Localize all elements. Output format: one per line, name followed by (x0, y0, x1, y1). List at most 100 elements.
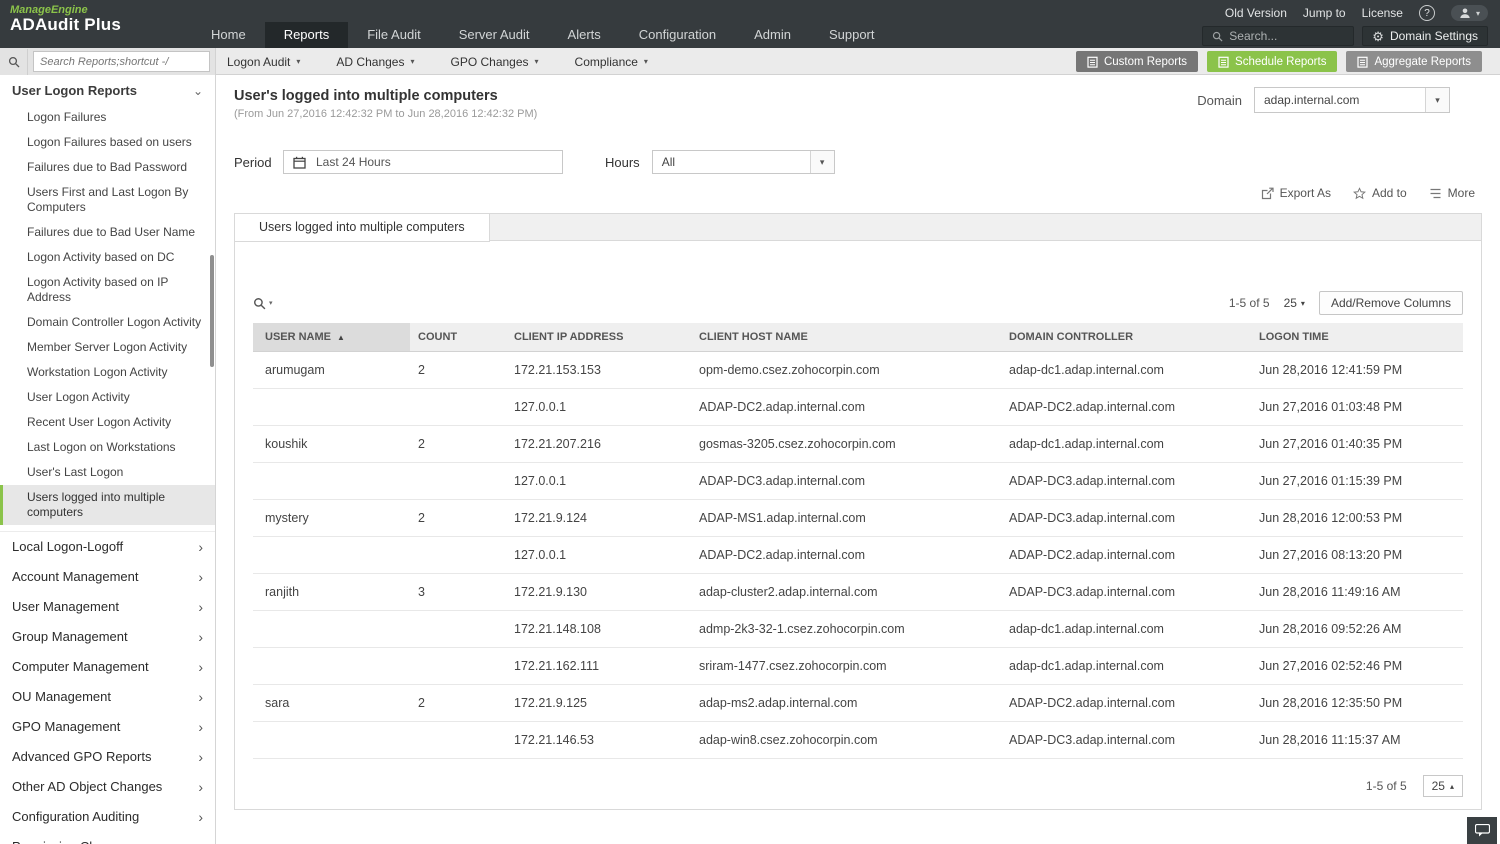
sidebar-item-failures-due-to-bad-user-name[interactable]: Failures due to Bad User Name (0, 220, 215, 245)
schedule-reports-icon (1218, 56, 1229, 68)
sidebar-item-logon-activity-based-on-dc[interactable]: Logon Activity based on DC (0, 245, 215, 270)
sidebar-group-user-logon-reports[interactable]: User Logon Reports ⌄ (0, 75, 215, 105)
chevron-down-icon: ⌄ (193, 84, 203, 98)
column-header-client-host-name[interactable]: CLIENT HOST NAME (691, 323, 1001, 352)
sidebar-item-logon-failures[interactable]: Logon Failures (0, 105, 215, 130)
column-header-client-ip-address[interactable]: CLIENT IP ADDRESS (506, 323, 691, 352)
nav-configuration[interactable]: Configuration (620, 22, 735, 48)
table-row: 127.0.0.1ADAP-DC3.adap.internal.comADAP-… (253, 463, 1463, 500)
sidebar-item-logon-failures-based-on-users[interactable]: Logon Failures based on users (0, 130, 215, 155)
button-custom-reports[interactable]: Custom Reports (1076, 51, 1198, 72)
sidebar-item-domain-controller-logon-activity[interactable]: Domain Controller Logon Activity (0, 310, 215, 335)
table-cell (253, 722, 410, 759)
table-row: arumugam2172.21.153.153opm-demo.csez.zoh… (253, 352, 1463, 389)
header-link-old-version[interactable]: Old Version (1225, 6, 1287, 20)
section-label: User Management (12, 599, 119, 614)
hours-label: Hours (605, 155, 640, 170)
sidebar-section-permission-changes[interactable]: Permission Changes› (0, 832, 215, 844)
report-table: USER NAME▲COUNT CLIENT IP ADDRESS CLIENT H… (253, 323, 1463, 759)
menu-compliance[interactable]: Compliance▾ (575, 55, 648, 69)
menu-ad-changes[interactable]: AD Changes▾ (336, 55, 414, 69)
add-remove-columns-button[interactable]: Add/Remove Columns (1319, 291, 1463, 315)
sidebar-section-advanced-gpo-reports[interactable]: Advanced GPO Reports› (0, 742, 215, 772)
page-size-select[interactable]: 25 ▾ (1284, 296, 1305, 310)
table-cell (253, 463, 410, 500)
column-header-logon-time[interactable]: LOGON TIME (1251, 323, 1463, 352)
page-title: User's logged into multiple computers (234, 88, 498, 104)
sidebar-section-group-management[interactable]: Group Management› (0, 622, 215, 652)
nav-support[interactable]: Support (810, 22, 894, 48)
action-label: Add to (1372, 186, 1407, 200)
table-cell: Jun 28,2016 11:15:37 AM (1251, 722, 1463, 759)
hours-select[interactable]: All ▾ (652, 150, 835, 174)
sidebar-section-configuration-auditing[interactable]: Configuration Auditing› (0, 802, 215, 832)
domain-settings-button[interactable]: ⚙ Domain Settings (1362, 26, 1488, 46)
menu-gpo-changes[interactable]: GPO Changes▾ (450, 55, 538, 69)
sidebar-section-list: Local Logon-Logoff›Account Management›Us… (0, 531, 215, 844)
domain-select[interactable]: adap.internal.com ▾ (1254, 87, 1450, 113)
more-icon (1429, 187, 1442, 200)
nav-file-audit[interactable]: File Audit (348, 22, 439, 48)
nav-alerts[interactable]: Alerts (549, 22, 620, 48)
nav-home[interactable]: Home (192, 22, 265, 48)
header-link-license[interactable]: License (1362, 6, 1403, 20)
sidebar-item-member-server-logon-activity[interactable]: Member Server Logon Activity (0, 335, 215, 360)
sidebar-section-computer-management[interactable]: Computer Management› (0, 652, 215, 682)
nav-server-audit[interactable]: Server Audit (440, 22, 549, 48)
sidebar-item-workstation-logon-activity[interactable]: Workstation Logon Activity (0, 360, 215, 385)
search-icon[interactable] (0, 49, 28, 75)
action-add-to[interactable]: Add to (1353, 186, 1407, 200)
feedback-chat-button[interactable] (1467, 817, 1497, 844)
sidebar-section-local-logon-logoff[interactable]: Local Logon-Logoff› (0, 532, 215, 562)
action-export-as[interactable]: Export As (1261, 186, 1331, 200)
sidebar-item-last-logon-on-workstations[interactable]: Last Logon on Workstations (0, 435, 215, 460)
action-more[interactable]: More (1429, 186, 1475, 200)
header-link-jump-to[interactable]: Jump to (1303, 6, 1346, 20)
table-cell: 172.21.9.125 (506, 685, 691, 722)
nav-reports[interactable]: Reports (265, 22, 349, 48)
help-icon[interactable]: ? (1419, 5, 1435, 21)
column-label: CLIENT IP ADDRESS (514, 331, 623, 343)
page-size-select-bottom[interactable]: 25 ▴ (1423, 775, 1463, 797)
sidebar-item-recent-user-logon-activity[interactable]: Recent User Logon Activity (0, 410, 215, 435)
period-picker[interactable]: Last 24 Hours (283, 150, 563, 174)
sidebar-item-users-first-and-last-logon-by-computers[interactable]: Users First and Last Logon By Computers (0, 180, 215, 220)
sidebar-scrollbar[interactable] (210, 255, 214, 367)
aggregate-reports-icon (1357, 56, 1368, 68)
table-row: 172.21.162.111sriram-1477.csez.zohocorpi… (253, 648, 1463, 685)
chevron-right-icon: › (198, 750, 203, 764)
sidebar-section-ou-management[interactable]: OU Management› (0, 682, 215, 712)
report-search-input[interactable] (33, 51, 210, 72)
table-cell: 172.21.207.216 (506, 426, 691, 463)
main-content: User's logged into multiple computers (F… (217, 75, 1500, 844)
table-cell: adap-dc1.adap.internal.com (1001, 648, 1251, 685)
column-header-user-name[interactable]: USER NAME▲ (253, 323, 410, 352)
nav-admin[interactable]: Admin (735, 22, 810, 48)
report-box: Users logged into multiple computers ▾ 1… (234, 213, 1482, 810)
button-label: Aggregate Reports (1374, 56, 1471, 68)
sidebar-item-users-logged-into-multiple-computers[interactable]: Users logged into multiple computers (0, 485, 215, 525)
sidebar-section-user-management[interactable]: User Management› (0, 592, 215, 622)
sidebar-item-user-s-last-logon[interactable]: User's Last Logon (0, 460, 215, 485)
menu-label: GPO Changes (450, 55, 528, 69)
sidebar-section-gpo-management[interactable]: GPO Management› (0, 712, 215, 742)
sidebar-item-logon-activity-based-on-ip-address[interactable]: Logon Activity based on IP Address (0, 270, 215, 310)
table-cell: 172.21.153.153 (506, 352, 691, 389)
table-search-icon[interactable]: ▾ (253, 297, 273, 310)
button-aggregate-reports[interactable]: Aggregate Reports (1346, 51, 1482, 72)
column-header-domain-controller[interactable]: DOMAIN CONTROLLER (1001, 323, 1251, 352)
sidebar-item-failures-due-to-bad-password[interactable]: Failures due to Bad Password (0, 155, 215, 180)
table-cell: Jun 27,2016 02:52:46 PM (1251, 648, 1463, 685)
menu-logon-audit[interactable]: Logon Audit▾ (227, 55, 300, 69)
table-cell: Jun 28,2016 09:52:26 AM (1251, 611, 1463, 648)
sidebar-item-user-logon-activity[interactable]: User Logon Activity (0, 385, 215, 410)
button-schedule-reports[interactable]: Schedule Reports (1207, 51, 1337, 72)
column-header-count[interactable]: COUNT (410, 323, 506, 352)
sidebar-section-account-management[interactable]: Account Management› (0, 562, 215, 592)
global-search[interactable]: Search... (1202, 26, 1354, 46)
tab-users-logged-into-multiple-computers[interactable]: Users logged into multiple computers (235, 214, 490, 242)
sidebar-section-other-ad-object-changes[interactable]: Other AD Object Changes› (0, 772, 215, 802)
table-cell: ADAP-DC3.adap.internal.com (1001, 463, 1251, 500)
account-menu[interactable]: ▾ (1451, 5, 1488, 21)
app-logo[interactable]: ManageEngine ADAudit Plus (10, 4, 121, 35)
